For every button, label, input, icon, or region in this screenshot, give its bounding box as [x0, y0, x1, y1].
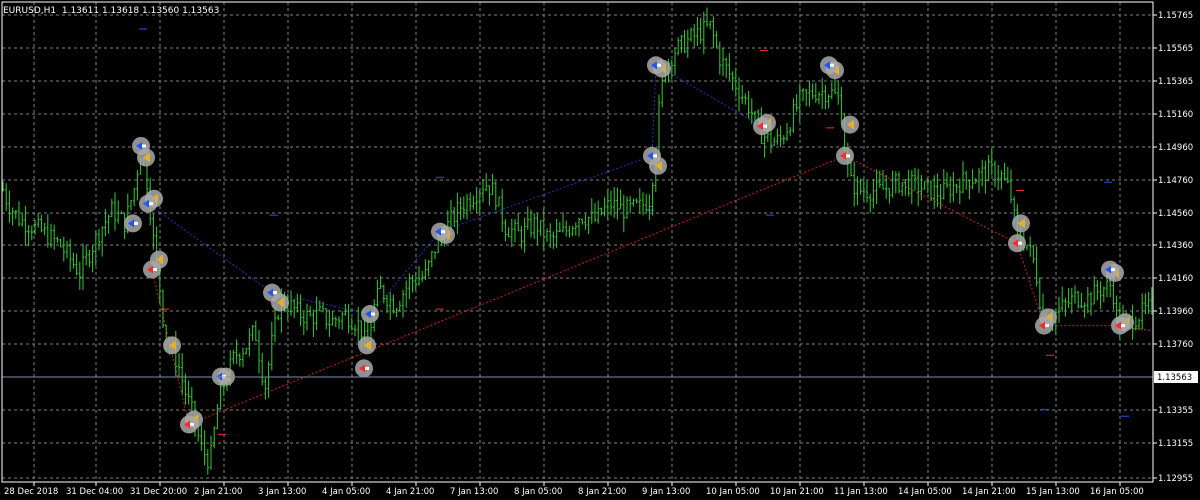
price-tick-label: 1.14760 [1158, 176, 1193, 186]
time-tick-label: 10 Jan 21:00 [770, 487, 824, 497]
price-axis[interactable]: 1.15765 1.15565 1.15365 1.15160 1.14960 1.147… [1153, 11, 1198, 484]
price-tick-label: 1.13155 [1158, 439, 1193, 449]
price-tick-label: 1.15565 [1158, 44, 1193, 54]
price-tick-label: 1.14560 [1158, 209, 1193, 219]
buy-arrow-tail [134, 221, 138, 225]
price-tick-label: 1.12955 [1158, 474, 1193, 484]
sell-arrow-tail [763, 124, 767, 128]
sell-arrow-tail [153, 268, 157, 272]
buy-arrow-tail [371, 312, 375, 316]
time-tick-label: 11 Jan 13:00 [834, 487, 888, 497]
price-tick-label: 1.13960 [1158, 307, 1193, 317]
buy-arrow-tail [142, 144, 146, 148]
trend-lines [139, 28, 1151, 435]
price-tick-label: 1.14160 [1158, 274, 1193, 284]
price-tick-label: 1.15765 [1158, 11, 1193, 21]
time-tick-label: 16 Jan 05:00 [1090, 487, 1144, 497]
time-tick-label: 14 Jan 05:00 [898, 487, 952, 497]
buy-arrow-tail [441, 230, 445, 234]
time-tick-label: 10 Jan 05:00 [706, 487, 760, 497]
grid-lines [2, 2, 1153, 482]
time-tick-label: 9 Jan 13:00 [642, 487, 690, 497]
price-tick-label: 1.14960 [1158, 143, 1193, 153]
time-tick-label: 28 Dec 2018 [4, 487, 58, 497]
time-tick-label: 4 Jan 05:00 [322, 487, 370, 497]
sell-trend-line [151, 155, 1151, 426]
sell-arrow-tail [365, 366, 369, 370]
price-tick-label: 1.15160 [1158, 110, 1193, 120]
time-axis[interactable]: 28 Dec 2018 31 Dec 04:00 31 Dec 20:00 2 Jan… [4, 482, 1144, 497]
current-price-label: 1.13563 [1157, 373, 1192, 383]
buy-arrow-tail [653, 154, 657, 158]
time-tick-label: 15 Jan 13:00 [1026, 487, 1080, 497]
buy-arrow-tail [830, 63, 834, 67]
time-tick-label: 8 Jan 21:00 [578, 487, 626, 497]
price-chart[interactable]: 1.15765 1.15565 1.15365 1.15160 1.14960 1.147… [0, 0, 1200, 500]
buy-trend-line [147, 64, 763, 315]
buy-arrow-tail [273, 291, 277, 295]
sell-arrow-tail [846, 154, 850, 158]
time-tick-label: 2 Jan 21:00 [194, 487, 242, 497]
price-tick-label: 1.13355 [1158, 406, 1193, 416]
sell-arrow-tail [1045, 324, 1049, 328]
price-tick-label: 1.13760 [1158, 340, 1193, 350]
price-tick-label: 1.15365 [1158, 77, 1193, 87]
buy-arrow-tail [149, 202, 153, 206]
sell-arrow-tail [190, 422, 194, 426]
time-tick-label: 31 Dec 20:00 [130, 487, 187, 497]
buy-arrow-tail [657, 63, 661, 67]
time-tick-label: 14 Jan 21:00 [962, 487, 1016, 497]
price-tick-label: 1.14360 [1158, 241, 1193, 251]
time-tick-label: 3 Jan 13:00 [258, 487, 306, 497]
buy-arrow-tail [1111, 268, 1115, 272]
time-tick-label: 31 Dec 04:00 [66, 487, 123, 497]
time-tick-label: 8 Jan 05:00 [514, 487, 562, 497]
time-tick-label: 4 Jan 21:00 [386, 487, 434, 497]
time-tick-label: 7 Jan 13:00 [450, 487, 498, 497]
sell-arrow-tail [1018, 241, 1022, 245]
sell-arrow-tail [1121, 324, 1125, 328]
candles-layer [1, 7, 1153, 475]
